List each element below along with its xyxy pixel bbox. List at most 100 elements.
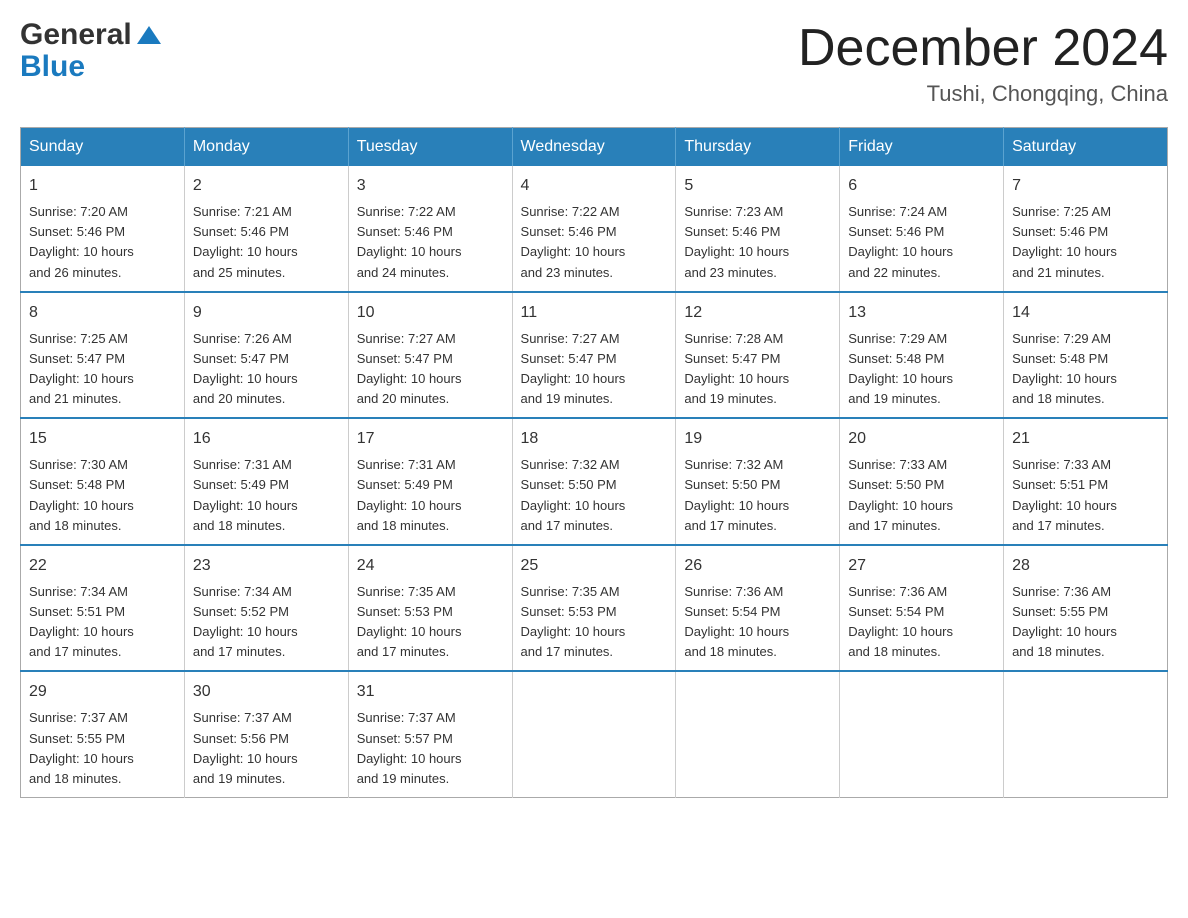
day-number: 21 <box>1012 427 1159 451</box>
logo-triangle-right <box>149 26 161 44</box>
day-info: Sunrise: 7:35 AMSunset: 5:53 PMDaylight:… <box>521 582 668 663</box>
day-number: 6 <box>848 174 995 198</box>
day-info: Sunrise: 7:32 AMSunset: 5:50 PMDaylight:… <box>521 455 668 536</box>
day-info: Sunrise: 7:28 AMSunset: 5:47 PMDaylight:… <box>684 329 831 410</box>
calendar-cell: 14 Sunrise: 7:29 AMSunset: 5:48 PMDayligh… <box>1004 292 1168 419</box>
day-info: Sunrise: 7:23 AMSunset: 5:46 PMDaylight:… <box>684 202 831 283</box>
calendar-cell: 1Sunrise: 7:20 AMSunset: 5:46 PMDaylight… <box>21 166 185 292</box>
calendar-cell: 7 Sunrise: 7:25 AMSunset: 5:46 PMDaylight… <box>1004 166 1168 292</box>
day-info: Sunrise: 7:37 AMSunset: 5:57 PMDaylight:… <box>357 708 504 789</box>
calendar-cell: 5 Sunrise: 7:23 AMSunset: 5:46 PMDaylight… <box>676 166 840 292</box>
day-info: Sunrise: 7:35 AMSunset: 5:53 PMDaylight:… <box>357 582 504 663</box>
calendar-cell: 6 Sunrise: 7:24 AMSunset: 5:46 PMDaylight… <box>840 166 1004 292</box>
calendar-cell: 12 Sunrise: 7:28 AMSunset: 5:47 PMDayligh… <box>676 292 840 419</box>
day-number: 16 <box>193 427 340 451</box>
day-number: 8 <box>29 301 176 325</box>
day-info: Sunrise: 7:32 AMSunset: 5:50 PMDaylight:… <box>684 455 831 536</box>
day-info: Sunrise: 7:25 AMSunset: 5:47 PMDaylight:… <box>29 329 176 410</box>
week-row-2: 8 Sunrise: 7:25 AMSunset: 5:47 PMDaylight… <box>21 292 1168 419</box>
calendar-cell <box>676 671 840 797</box>
calendar-cell: 30Sunrise: 7:37 AMSunset: 5:56 PMDayligh… <box>184 671 348 797</box>
logo-general: General <box>20 20 161 50</box>
day-info: Sunrise: 7:29 AMSunset: 5:48 PMDaylight:… <box>1012 329 1159 410</box>
day-number: 31 <box>357 680 504 704</box>
title-section: December 2024 Tushi, Chongqing, China <box>798 20 1168 107</box>
week-row-5: 29 Sunrise: 7:37 AMSunset: 5:55 PMDayligh… <box>21 671 1168 797</box>
day-header-thursday: Thursday <box>676 128 840 167</box>
day-info: Sunrise: 7:26 AMSunset: 5:47 PMDaylight:… <box>193 329 340 410</box>
location-subtitle: Tushi, Chongqing, China <box>798 81 1168 107</box>
day-number: 24 <box>357 554 504 578</box>
day-header-monday: Monday <box>184 128 348 167</box>
day-header-saturday: Saturday <box>1004 128 1168 167</box>
calendar-cell: 21 Sunrise: 7:33 AMSunset: 5:51 PMDayligh… <box>1004 418 1168 545</box>
day-info: Sunrise: 7:37 AMSunset: 5:55 PMDaylight:… <box>29 708 176 789</box>
calendar-cell: 27 Sunrise: 7:36 AMSunset: 5:54 PMDayligh… <box>840 545 1004 672</box>
calendar-cell: 18Sunrise: 7:32 AMSunset: 5:50 PMDayligh… <box>512 418 676 545</box>
calendar-cell <box>1004 671 1168 797</box>
day-info: Sunrise: 7:36 AMSunset: 5:54 PMDaylight:… <box>848 582 995 663</box>
calendar-cell: 9 Sunrise: 7:26 AMSunset: 5:47 PMDaylight… <box>184 292 348 419</box>
day-number: 11 <box>521 301 668 325</box>
calendar-header-row: SundayMondayTuesdayWednesdayThursdayFrid… <box>21 128 1168 167</box>
week-row-1: 1Sunrise: 7:20 AMSunset: 5:46 PMDaylight… <box>21 166 1168 292</box>
day-number: 29 <box>29 680 176 704</box>
day-number: 12 <box>684 301 831 325</box>
day-number: 28 <box>1012 554 1159 578</box>
calendar-cell <box>840 671 1004 797</box>
day-info: Sunrise: 7:27 AMSunset: 5:47 PMDaylight:… <box>521 329 668 410</box>
week-row-3: 15 Sunrise: 7:30 AMSunset: 5:48 PMDayligh… <box>21 418 1168 545</box>
calendar-cell: 11 Sunrise: 7:27 AMSunset: 5:47 PMDayligh… <box>512 292 676 419</box>
day-number: 19 <box>684 427 831 451</box>
calendar-cell: 23Sunrise: 7:34 AMSunset: 5:52 PMDayligh… <box>184 545 348 672</box>
calendar-cell: 31 Sunrise: 7:37 AMSunset: 5:57 PMDayligh… <box>348 671 512 797</box>
calendar-cell: 22Sunrise: 7:34 AMSunset: 5:51 PMDayligh… <box>21 545 185 672</box>
logo: General Blue <box>20 20 161 82</box>
day-number: 7 <box>1012 174 1159 198</box>
calendar-cell: 25 Sunrise: 7:35 AMSunset: 5:53 PMDayligh… <box>512 545 676 672</box>
day-info: Sunrise: 7:33 AMSunset: 5:51 PMDaylight:… <box>1012 455 1159 536</box>
calendar-cell <box>512 671 676 797</box>
day-info: Sunrise: 7:34 AMSunset: 5:52 PMDaylight:… <box>193 582 340 663</box>
day-number: 13 <box>848 301 995 325</box>
calendar-cell: 19 Sunrise: 7:32 AMSunset: 5:50 PMDayligh… <box>676 418 840 545</box>
day-number: 9 <box>193 301 340 325</box>
calendar-table: SundayMondayTuesdayWednesdayThursdayFrid… <box>20 127 1168 798</box>
day-info: Sunrise: 7:31 AMSunset: 5:49 PMDaylight:… <box>193 455 340 536</box>
day-info: Sunrise: 7:25 AMSunset: 5:46 PMDaylight:… <box>1012 202 1159 283</box>
day-header-tuesday: Tuesday <box>348 128 512 167</box>
logo-triangle-left <box>137 26 149 44</box>
day-info: Sunrise: 7:22 AMSunset: 5:46 PMDaylight:… <box>357 202 504 283</box>
day-info: Sunrise: 7:30 AMSunset: 5:48 PMDaylight:… <box>29 455 176 536</box>
day-info: Sunrise: 7:24 AMSunset: 5:46 PMDaylight:… <box>848 202 995 283</box>
day-number: 25 <box>521 554 668 578</box>
day-number: 3 <box>357 174 504 198</box>
day-number: 5 <box>684 174 831 198</box>
month-year-title: December 2024 <box>798 20 1168 77</box>
day-header-wednesday: Wednesday <box>512 128 676 167</box>
day-number: 15 <box>29 427 176 451</box>
day-number: 26 <box>684 554 831 578</box>
calendar-cell: 20 Sunrise: 7:33 AMSunset: 5:50 PMDayligh… <box>840 418 1004 545</box>
day-info: Sunrise: 7:33 AMSunset: 5:50 PMDaylight:… <box>848 455 995 536</box>
day-number: 20 <box>848 427 995 451</box>
day-info: Sunrise: 7:22 AMSunset: 5:46 PMDaylight:… <box>521 202 668 283</box>
day-info: Sunrise: 7:36 AMSunset: 5:55 PMDaylight:… <box>1012 582 1159 663</box>
week-row-4: 22Sunrise: 7:34 AMSunset: 5:51 PMDayligh… <box>21 545 1168 672</box>
day-number: 4 <box>521 174 668 198</box>
calendar-cell: 4 Sunrise: 7:22 AMSunset: 5:46 PMDaylight… <box>512 166 676 292</box>
calendar-cell: 10Sunrise: 7:27 AMSunset: 5:47 PMDayligh… <box>348 292 512 419</box>
calendar-cell: 2 Sunrise: 7:21 AMSunset: 5:46 PMDaylight… <box>184 166 348 292</box>
day-info: Sunrise: 7:20 AMSunset: 5:46 PMDaylight:… <box>29 202 176 283</box>
day-info: Sunrise: 7:21 AMSunset: 5:46 PMDaylight:… <box>193 202 340 283</box>
calendar-cell: 24 Sunrise: 7:35 AMSunset: 5:53 PMDayligh… <box>348 545 512 672</box>
day-info: Sunrise: 7:34 AMSunset: 5:51 PMDaylight:… <box>29 582 176 663</box>
calendar-cell: 8 Sunrise: 7:25 AMSunset: 5:47 PMDaylight… <box>21 292 185 419</box>
day-number: 27 <box>848 554 995 578</box>
day-number: 14 <box>1012 301 1159 325</box>
day-info: Sunrise: 7:29 AMSunset: 5:48 PMDaylight:… <box>848 329 995 410</box>
calendar-cell: 3 Sunrise: 7:22 AMSunset: 5:46 PMDaylight… <box>348 166 512 292</box>
page-header: General Blue December 2024 Tushi, Chongq… <box>20 20 1168 107</box>
day-number: 2 <box>193 174 340 198</box>
day-number: 10 <box>357 301 504 325</box>
